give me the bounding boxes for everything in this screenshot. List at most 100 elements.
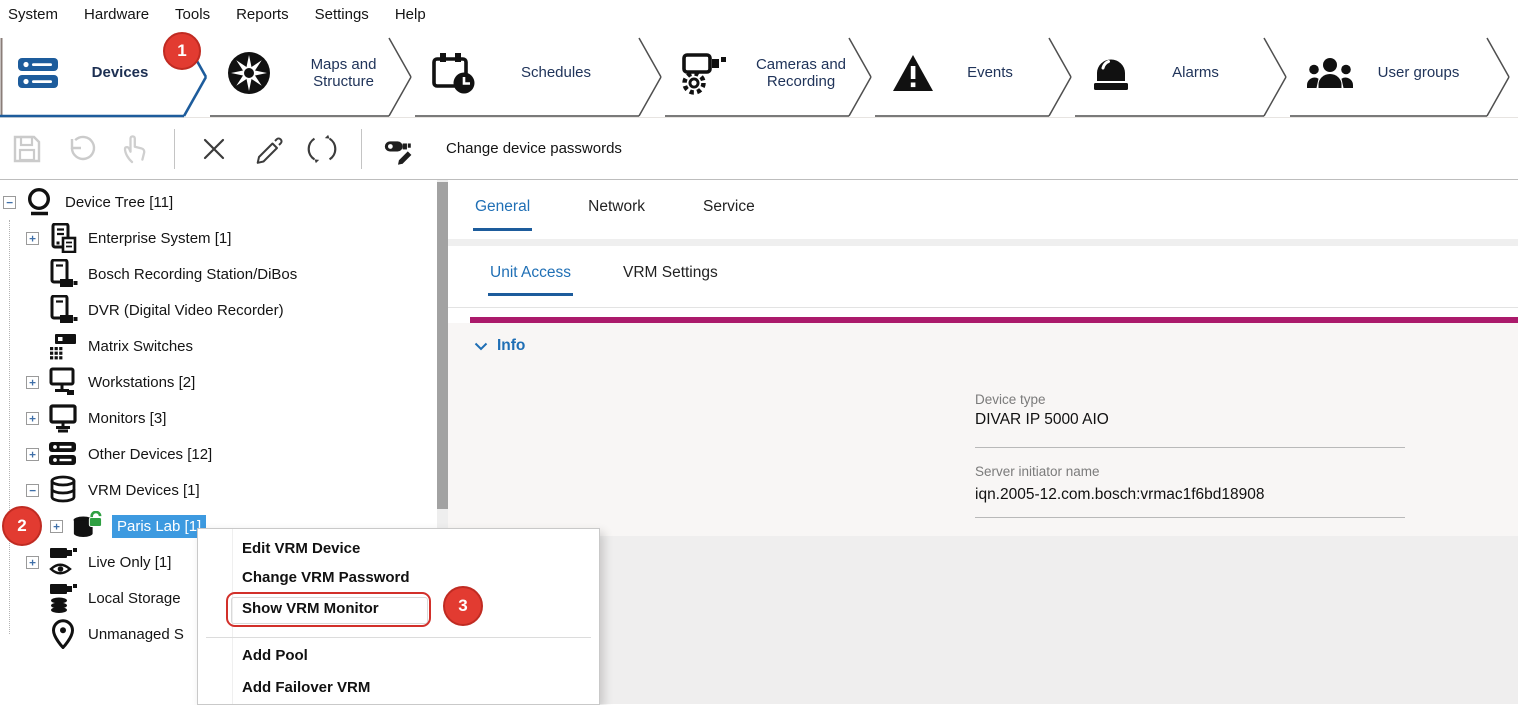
tab-maps-label: Maps and Structure [282, 56, 406, 91]
server-initiator-label: Server initiator name [975, 464, 1100, 479]
dvr-icon [48, 295, 78, 325]
subtab-divider-line [448, 307, 1518, 308]
maps-structure-icon [226, 50, 272, 96]
expand-toggle[interactable] [50, 520, 63, 533]
tab-maps-and-structure[interactable]: Maps and Structure [210, 28, 415, 118]
tree-item-dvr[interactable]: DVR (Digital Video Recorder) [0, 292, 437, 328]
lower-background [448, 536, 1518, 704]
tab-general[interactable]: General [473, 192, 532, 231]
tree-item-label[interactable]: Paris Lab [1] [112, 515, 206, 538]
expand-toggle[interactable] [26, 448, 39, 461]
menu-reports[interactable]: Reports [236, 6, 289, 23]
expand-toggle[interactable] [26, 412, 39, 425]
undo-icon[interactable] [64, 132, 98, 166]
unmanaged-site-icon [48, 619, 78, 649]
tab-user-groups-label: User groups [1354, 64, 1513, 81]
info-section-title: Info [497, 337, 525, 355]
menu-item-change-vrm-password[interactable]: Change VRM Password [242, 567, 410, 589]
devices-icon [16, 56, 60, 90]
tree-item-label[interactable]: Local Storage [88, 590, 181, 607]
tab-cameras-and-recording[interactable]: Cameras and Recording [665, 28, 875, 118]
user-groups-icon [1306, 56, 1354, 90]
content-background [448, 323, 1518, 536]
live-camera-icon [48, 547, 78, 577]
tab-vrm-settings[interactable]: VRM Settings [621, 258, 720, 296]
tree-item-other-devices[interactable]: Other Devices [12] [0, 436, 437, 472]
tree-item-label[interactable]: DVR (Digital Video Recorder) [88, 302, 284, 319]
tab-service[interactable]: Service [701, 192, 757, 231]
menu-hardware[interactable]: Hardware [84, 6, 149, 23]
tab-cameras-label: Cameras and Recording [739, 56, 863, 91]
activate-hand-icon[interactable] [118, 132, 152, 166]
main-tabs: General Network Service [473, 192, 757, 231]
menu-system[interactable]: System [8, 6, 58, 23]
alarms-icon [1091, 53, 1131, 93]
section-accent-bar [470, 317, 1518, 323]
menu-bar: System Hardware Tools Reports Settings H… [0, 0, 1518, 28]
expand-toggle[interactable] [26, 556, 39, 569]
workflow-tabstrip: Devices Maps and Structure Schedules [0, 28, 1518, 118]
tab-events-label: Events [935, 64, 1075, 81]
chevron-down-icon [474, 342, 488, 351]
vrm-database-icon [48, 475, 78, 505]
other-devices-icon [48, 439, 78, 469]
tree-item-workstations[interactable]: Workstations [2] [0, 364, 437, 400]
collapse-toggle[interactable] [26, 484, 39, 497]
expand-toggle[interactable] [26, 232, 39, 245]
save-icon[interactable] [10, 132, 44, 166]
workstation-icon [48, 367, 78, 397]
tree-item-label[interactable]: VRM Devices [1] [88, 482, 200, 499]
menu-settings[interactable]: Settings [315, 6, 369, 23]
tree-item-label[interactable]: Device Tree [11] [65, 194, 173, 211]
tree-item-label[interactable]: Monitors [3] [88, 410, 166, 427]
menu-tools[interactable]: Tools [175, 6, 210, 23]
schedules-icon [431, 51, 477, 95]
matrix-switch-icon [48, 331, 78, 361]
tree-item-label[interactable]: Other Devices [12] [88, 446, 212, 463]
device-type-value: DIVAR IP 5000 AIO [975, 411, 1109, 429]
events-icon [891, 53, 935, 93]
tree-item-enterprise-system[interactable]: Enterprise System [1] [0, 220, 437, 256]
tree-item-vrm-devices[interactable]: VRM Devices [1] [0, 472, 437, 508]
change-passwords-key-icon[interactable] [384, 132, 418, 166]
tab-network[interactable]: Network [586, 192, 647, 231]
tree-item-label[interactable]: Workstations [2] [88, 374, 195, 391]
server-initiator-value: iqn.2005-12.com.bosch:vrmac1f6bd18908 [975, 486, 1265, 504]
tree-item-label[interactable]: Bosch Recording Station/DiBos [88, 266, 297, 283]
tree-item-bosch-recording-station[interactable]: Bosch Recording Station/DiBos [0, 256, 437, 292]
sub-tabs: Unit Access VRM Settings [488, 258, 720, 296]
field-underline [975, 447, 1405, 448]
menu-help[interactable]: Help [395, 6, 426, 23]
tree-item-monitors[interactable]: Monitors [3] [0, 400, 437, 436]
system-icon [25, 187, 55, 217]
field-underline [975, 517, 1405, 518]
reload-icon[interactable] [305, 132, 339, 166]
tree-item-label[interactable]: Unmanaged S [88, 626, 184, 643]
annotation-highlight-box [226, 592, 431, 627]
tree-scrollbar-thumb[interactable] [437, 182, 448, 509]
annotation-badge-2: 2 [2, 506, 42, 546]
toolbar: Change device passwords [0, 118, 1518, 180]
collapse-toggle[interactable] [3, 196, 16, 209]
edit-pencil-icon[interactable] [251, 132, 285, 166]
tab-events[interactable]: Events [875, 28, 1075, 118]
enterprise-server-icon [48, 223, 78, 253]
tab-unit-access[interactable]: Unit Access [488, 258, 573, 296]
tab-alarms[interactable]: Alarms [1075, 28, 1290, 118]
tree-item-label[interactable]: Live Only [1] [88, 554, 171, 571]
tree-item-label[interactable]: Enterprise System [1] [88, 230, 231, 247]
tree-item-label[interactable]: Matrix Switches [88, 338, 193, 355]
tree-item-device-tree[interactable]: Device Tree [11] [0, 184, 437, 220]
context-menu-separator [206, 637, 591, 638]
change-device-passwords-label[interactable]: Change device passwords [446, 140, 622, 157]
menu-item-add-failover-vrm[interactable]: Add Failover VRM [242, 677, 370, 699]
info-section-header[interactable]: Info [474, 337, 525, 355]
tab-schedules[interactable]: Schedules [415, 28, 665, 118]
tree-item-matrix-switches[interactable]: Matrix Switches [0, 328, 437, 364]
delete-icon[interactable] [197, 132, 231, 166]
expand-toggle[interactable] [26, 376, 39, 389]
tab-user-groups[interactable]: User groups [1290, 28, 1513, 118]
menu-item-add-pool[interactable]: Add Pool [242, 645, 308, 667]
menu-item-edit-vrm-device[interactable]: Edit VRM Device [242, 538, 360, 560]
recording-station-icon [48, 259, 78, 289]
